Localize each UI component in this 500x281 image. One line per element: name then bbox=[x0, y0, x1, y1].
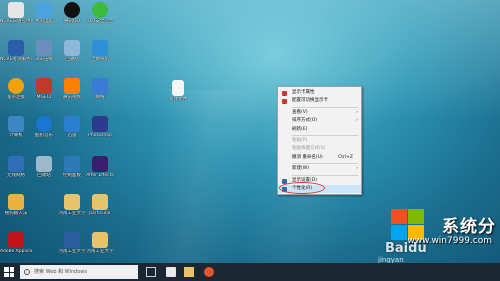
web-navigation-icon bbox=[92, 40, 108, 56]
wireless-network-icon bbox=[8, 156, 24, 172]
taskbar-search-box[interactable]: 搜索 Web 和 Windows bbox=[20, 265, 138, 279]
graphics-card-icon bbox=[282, 91, 287, 96]
recycle-bin-icon bbox=[36, 156, 52, 172]
file-explorer-icon[interactable] bbox=[184, 267, 194, 277]
desktop-icon-label: 网络 bbox=[95, 95, 105, 100]
menu-item-shortcut: Ctrl+Z bbox=[338, 154, 353, 160]
adobe-app-icon bbox=[8, 232, 24, 248]
tencent-video-icon bbox=[64, 78, 80, 94]
desktop-icon-network[interactable]: 网络 bbox=[84, 78, 116, 112]
my-computer-icon bbox=[36, 2, 52, 18]
menu-separator bbox=[292, 106, 358, 108]
menu-item-label: 新建(W) bbox=[292, 166, 309, 172]
desktop-icon-nav[interactable]: 上网导航 bbox=[84, 40, 116, 74]
menu-item-label: 配置可切换显示卡 bbox=[292, 98, 328, 104]
menu-item-refresh[interactable]: 刷新(E) bbox=[278, 126, 361, 134]
360-safe-icon bbox=[92, 2, 108, 18]
desktop-icon-label: 新建文件 bbox=[169, 97, 187, 102]
submenu-arrow-icon: › bbox=[356, 109, 358, 115]
desktop-icon-label: 控制面板 bbox=[63, 173, 81, 178]
network-icon bbox=[92, 78, 108, 94]
recycle-bin-icon bbox=[64, 40, 80, 56]
highlight-circle bbox=[279, 182, 325, 194]
desktop-icon-control-panel[interactable]: 控制面板 bbox=[56, 156, 88, 190]
desktop-icon-label: After Effects bbox=[86, 173, 114, 178]
desktop-context-menu: 显示卡属性 配置可切换显示卡 查看(V) › 排序方式(O) › 刷新(E) 粘… bbox=[277, 86, 362, 195]
after-effects-icon bbox=[92, 156, 108, 172]
submenu-arrow-icon: › bbox=[356, 118, 358, 124]
desktop-icon-after-effects[interactable]: After Effects bbox=[84, 156, 116, 190]
desktop-icon-label: Photoshop bbox=[88, 133, 112, 138]
qq-penguin-icon bbox=[64, 2, 80, 18]
broadband-icon bbox=[8, 78, 24, 94]
sogou-input-icon bbox=[8, 194, 24, 210]
folder-icon bbox=[92, 232, 108, 248]
menu-item-label: 排序方式(O) bbox=[292, 118, 318, 124]
menu-item-sort-by[interactable]: 排序方式(O) › bbox=[278, 117, 361, 125]
menu-item-label: 查看(V) bbox=[292, 109, 308, 115]
kugou-music-icon bbox=[36, 116, 52, 132]
taskbar: 搜索 Web 和 Windows bbox=[0, 263, 500, 281]
menu-item-paste-shortcut: 粘贴快捷方式(S) bbox=[278, 145, 361, 153]
task-view-icon[interactable] bbox=[146, 267, 156, 277]
menu-item-paste: 粘贴(P) bbox=[278, 137, 361, 145]
media-player-icon[interactable] bbox=[204, 267, 214, 277]
word-document-icon bbox=[64, 232, 80, 248]
menu-item-switchable-graphics[interactable]: 配置可切换显示卡 bbox=[278, 97, 361, 105]
blank-file-icon bbox=[172, 80, 184, 96]
control-panel-icon bbox=[64, 156, 80, 172]
menu-separator bbox=[292, 174, 358, 176]
graphics-card-icon bbox=[282, 99, 287, 105]
menu-item-new[interactable]: 新建(W) › bbox=[278, 165, 361, 173]
desktop-icon-sogou[interactable]: 搜狗输入法 bbox=[0, 194, 32, 228]
xunlei-icon bbox=[64, 116, 80, 132]
desktop-icon-label: Adobe Application bbox=[0, 249, 32, 254]
desktop: NCRE日语应用管理系统 NCRE考试服务系统 宽带连接 计算机 无线网络 搜狗… bbox=[0, 0, 500, 263]
desktop-icon-360[interactable]: 360安全卫士 bbox=[84, 2, 116, 36]
photoshop-icon bbox=[92, 116, 108, 132]
submenu-arrow-icon: › bbox=[356, 166, 358, 172]
computer-icon bbox=[8, 116, 24, 132]
desktop-icon-label: particular bbox=[89, 211, 111, 216]
mgeci-icon bbox=[36, 78, 52, 94]
desktop-icon-adobe[interactable]: Adobe Application bbox=[0, 232, 32, 263]
menu-item-label: 刷新(E) bbox=[292, 126, 308, 132]
desktop-icon-label: 360安全卫士 bbox=[86, 19, 114, 24]
watermark-brand: 系统分 bbox=[442, 217, 496, 237]
baidu-watermark: Baidu bbox=[385, 241, 427, 256]
menu-item-undo-rename[interactable]: 撤消 重命名(U) Ctrl+Z bbox=[278, 154, 361, 162]
desktop-icon-henan-3[interactable]: 河南工业大学 bbox=[84, 232, 116, 263]
menu-separator bbox=[292, 163, 358, 165]
menu-separator bbox=[292, 134, 358, 136]
edge-browser-icon[interactable] bbox=[166, 267, 176, 277]
search-icon bbox=[24, 269, 30, 275]
360-zip-icon bbox=[36, 40, 52, 56]
menu-item-label: 显示卡属性 bbox=[292, 90, 315, 95]
menu-item-view[interactable]: 查看(V) › bbox=[278, 109, 361, 117]
menu-item-label: 粘贴快捷方式(S) bbox=[292, 146, 326, 152]
desktop-icon-label: 河南工业大学 bbox=[86, 249, 114, 254]
search-placeholder: 搜索 Web 和 Windows bbox=[34, 269, 87, 275]
menu-item-label: 撤消 重命名(U) bbox=[292, 154, 323, 160]
ncre-service-icon bbox=[8, 40, 24, 56]
desktop-icon-photoshop[interactable]: Photoshop bbox=[84, 116, 116, 150]
windows-start-icon[interactable] bbox=[4, 267, 14, 277]
desktop-icon-new-file[interactable]: 新建文件 bbox=[162, 80, 194, 114]
menu-item-label: 粘贴(P) bbox=[292, 137, 308, 143]
desktop-icon-label: 搜狗输入法 bbox=[4, 211, 28, 216]
folder-icon bbox=[92, 194, 108, 210]
ncre-app-icon bbox=[8, 2, 24, 18]
desktop-icon-label: 上网导航 bbox=[91, 57, 109, 62]
menu-item-graphics-properties[interactable]: 显示卡属性 bbox=[278, 89, 361, 97]
desktop-icon-particular[interactable]: particular bbox=[84, 194, 116, 228]
folder-icon bbox=[64, 194, 80, 210]
